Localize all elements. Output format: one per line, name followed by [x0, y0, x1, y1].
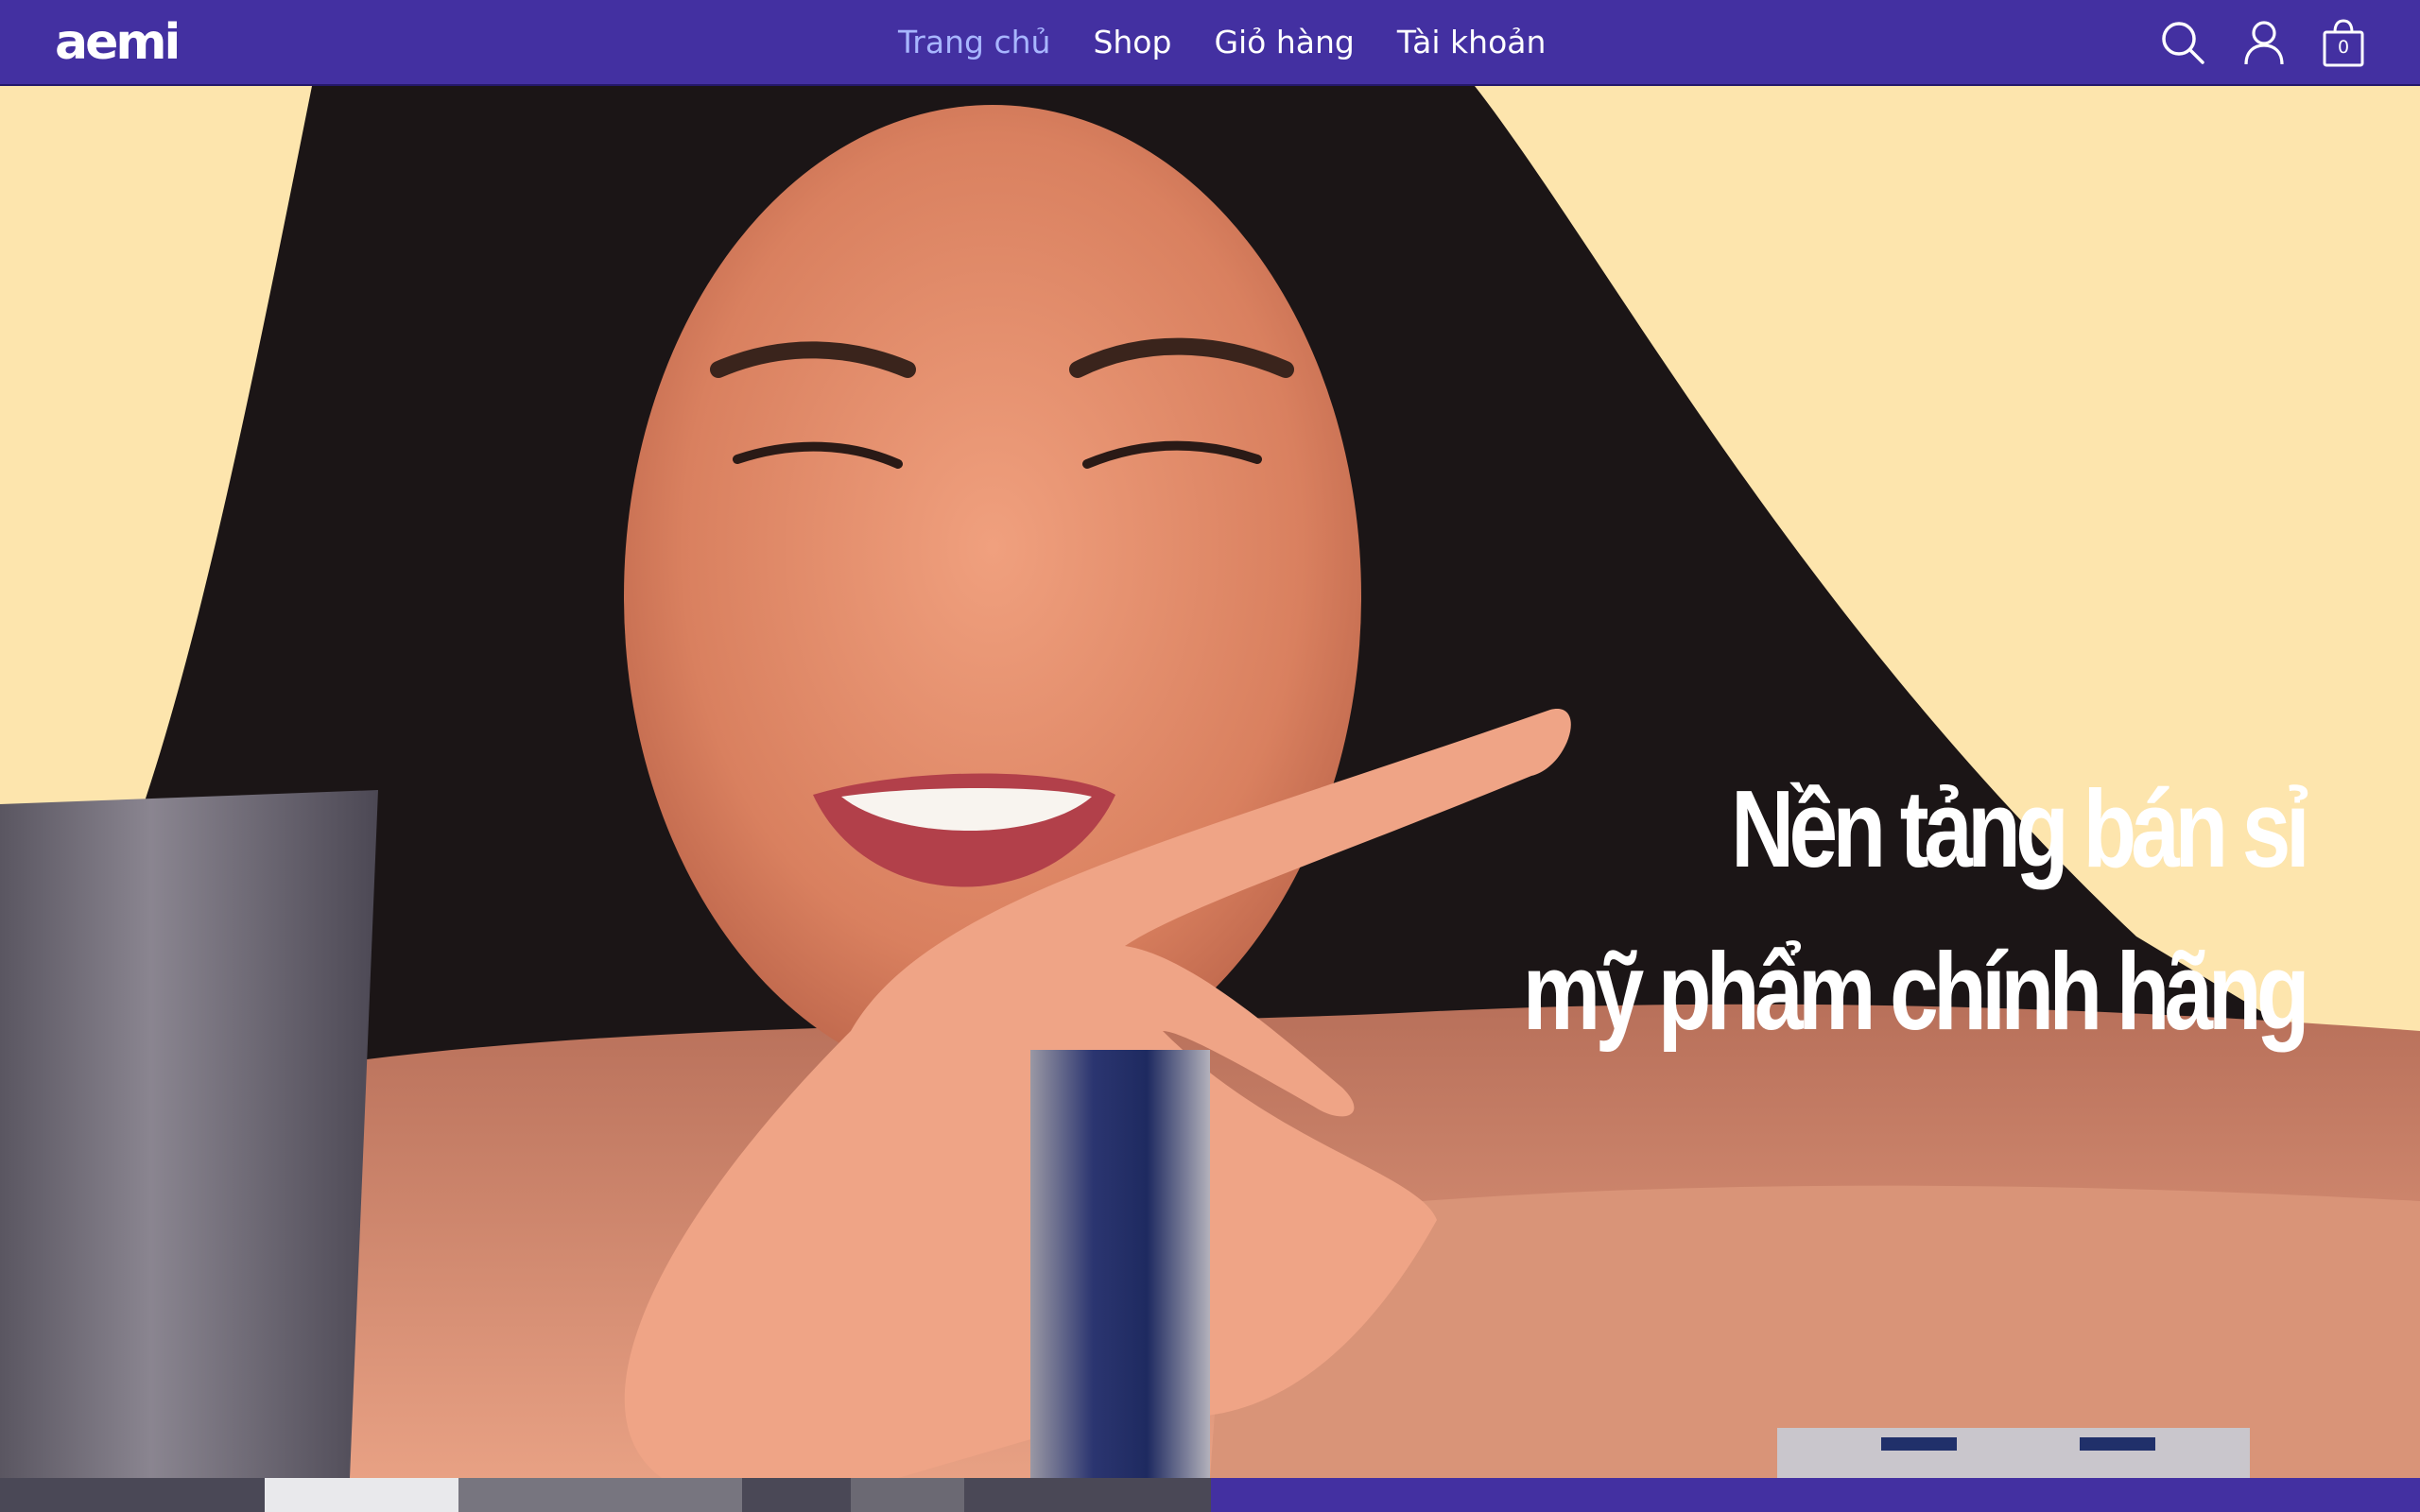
site-header: aemi Trang chủ Shop Giỏ hàng Tài khoản 0 — [0, 0, 2420, 86]
hero-title: Nền tảng bán sỉ mỹ phẩm chính hãng — [1246, 747, 2310, 1073]
search-icon[interactable] — [2157, 17, 2208, 68]
nav-item-account[interactable]: Tài khoản — [1397, 21, 1547, 64]
hero-title-line-1: Nền tảng bán sỉ — [1731, 767, 2310, 890]
next-section-panel — [1211, 1478, 2420, 1512]
hero-title-line-2: mỹ phẩm chính hãng — [1522, 930, 2310, 1053]
nav-item-shop[interactable]: Shop — [1093, 21, 1171, 64]
user-icon[interactable] — [2238, 17, 2290, 68]
nav-item-cart[interactable]: Giỏ hàng — [1214, 21, 1354, 64]
cart-count: 0 — [2337, 37, 2350, 58]
logo[interactable]: aemi — [55, 15, 181, 70]
hero-banner: Nền tảng bán sỉ mỹ phẩm chính hãng — [0, 86, 2420, 1478]
main-nav: Trang chủ Shop Giỏ hàng Tài khoản — [898, 21, 1546, 64]
nav-item-home[interactable]: Trang chủ — [898, 21, 1050, 64]
next-section-image — [0, 1478, 1211, 1512]
shopping-bag-icon[interactable]: 0 — [2318, 17, 2369, 68]
